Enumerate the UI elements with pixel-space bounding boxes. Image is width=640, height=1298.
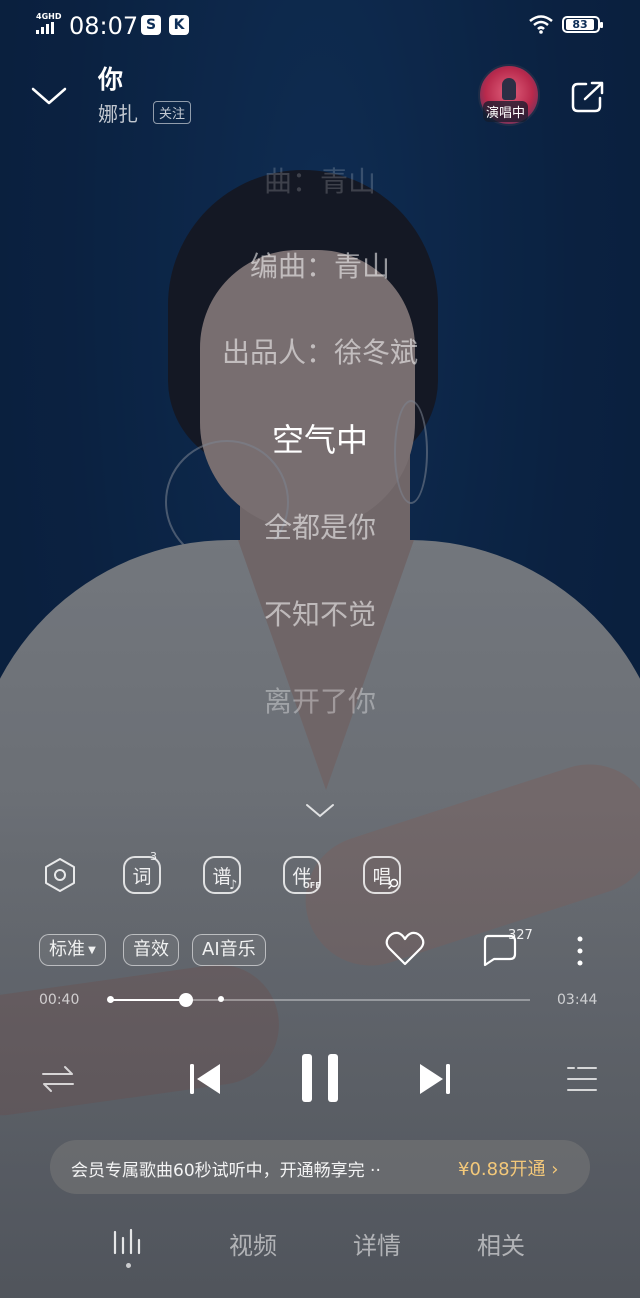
vip-trial-message: 会员专属歌曲60秒试听中，开通畅享完 ··: [71, 1161, 381, 1181]
lyric-line[interactable]: 出品人：徐冬斌: [0, 331, 640, 371]
playlist-queue-icon[interactable]: [566, 1064, 598, 1094]
status-time: 08:07: [69, 12, 139, 40]
elapsed-time: 00:40: [39, 992, 80, 1008]
sound-effect-button[interactable]: [41, 856, 79, 894]
accompaniment-button[interactable]: 伴 OFF: [283, 856, 321, 894]
comment-count: 327: [508, 928, 533, 943]
tab-player-icon[interactable]: [112, 1228, 144, 1256]
lyrics-count: 3: [150, 850, 157, 863]
next-track-icon[interactable]: [416, 1060, 454, 1098]
vip-open-button[interactable]: ¥0.88开通 ›: [458, 1155, 558, 1181]
collapse-player-button[interactable]: [30, 80, 68, 110]
battery-level: 83: [566, 19, 594, 30]
lyrics-tool-label: 词: [132, 866, 152, 888]
microphone-icon: [502, 78, 516, 100]
lyric-line[interactable]: 曲：青山: [0, 160, 640, 200]
lyrics-tool-button[interactable]: 词 3: [123, 850, 161, 894]
tab-details[interactable]: 详情: [353, 1226, 401, 1261]
lyric-line[interactable]: 编曲：青山: [0, 245, 640, 285]
caret-down-icon: ▼: [85, 945, 96, 956]
lyric-line[interactable]: 不知不觉: [0, 593, 640, 633]
lyric-line[interactable]: 全都是你: [0, 506, 640, 546]
follow-button[interactable]: 关注: [153, 101, 192, 124]
sound-effects-button[interactable]: 音效: [123, 934, 179, 966]
signal-icon: [36, 22, 54, 34]
hexagon-settings-icon: [45, 858, 75, 892]
soul-app-icon: S: [141, 15, 161, 35]
pause-icon[interactable]: [296, 1052, 344, 1104]
song-title: 你: [98, 65, 124, 94]
karaoke-button[interactable]: 唱: [363, 856, 401, 894]
kuwo-app-icon: K: [169, 15, 189, 35]
singing-badge[interactable]: 演唱中: [483, 101, 529, 122]
quality-label: 标准: [49, 939, 85, 960]
progress-thumb[interactable]: [178, 993, 193, 1007]
music-note-icon: ♪: [229, 878, 238, 893]
active-tab-indicator: [126, 1263, 131, 1268]
heart-icon[interactable]: [384, 930, 426, 968]
network-type: 4GHD: [36, 12, 62, 21]
previous-track-icon[interactable]: [186, 1060, 224, 1098]
accompaniment-state: OFF: [303, 881, 321, 890]
chevron-down-icon[interactable]: [304, 800, 336, 822]
share-icon[interactable]: [570, 80, 606, 114]
status-bar: 4GHD 08:07 S K 83: [0, 0, 640, 50]
tab-video[interactable]: 视频: [229, 1226, 277, 1261]
microphone-icon: [388, 878, 399, 889]
tab-related[interactable]: 相关: [477, 1226, 525, 1261]
sheet-music-button[interactable]: 谱 ♪: [203, 856, 241, 894]
progress-fill: [110, 999, 186, 1001]
battery-icon: 83: [562, 16, 603, 33]
current-lyric-line[interactable]: 空气中: [0, 415, 640, 461]
more-options-icon[interactable]: [576, 935, 584, 967]
wifi-icon: [529, 15, 553, 34]
ai-music-button[interactable]: AI音乐: [192, 934, 266, 966]
artist-name[interactable]: 娜扎: [98, 98, 138, 127]
vip-trial-banner[interactable]: 会员专属歌曲60秒试听中，开通畅享完 ·· ¥0.88开通 ›: [50, 1140, 590, 1194]
progress-slider[interactable]: [107, 993, 530, 1007]
total-time: 03:44: [557, 992, 598, 1008]
lyric-line[interactable]: 离开了你: [0, 680, 640, 720]
play-mode-icon[interactable]: [40, 1064, 76, 1094]
quality-selector[interactable]: 标准 ▼: [39, 934, 106, 966]
